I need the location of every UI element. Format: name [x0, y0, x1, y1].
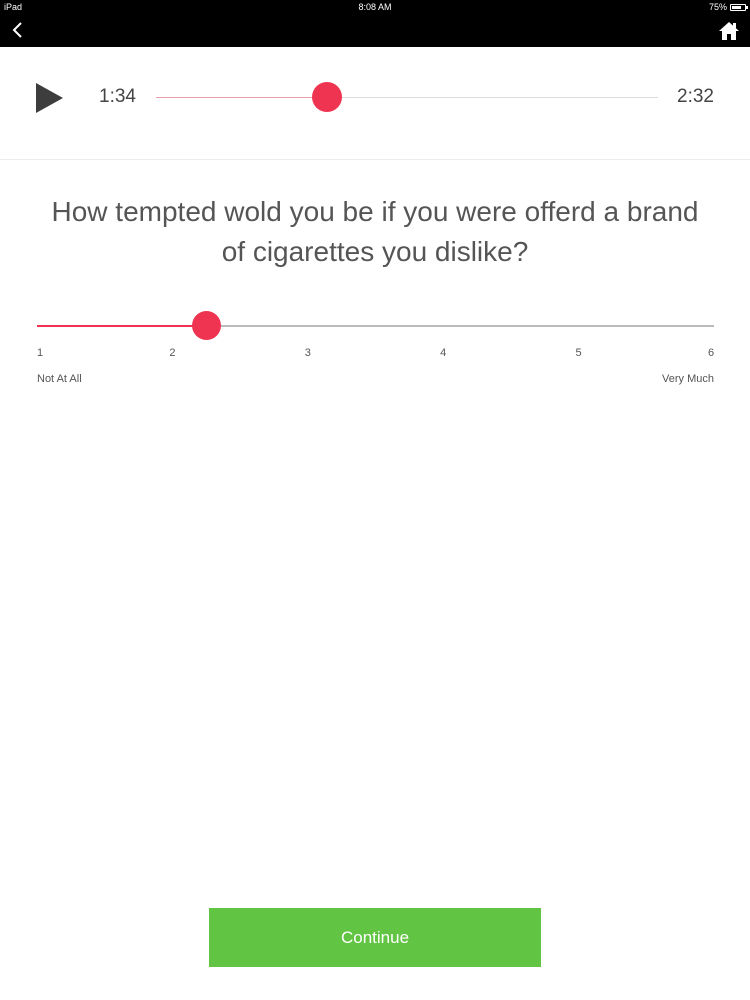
- home-icon: [719, 22, 739, 40]
- scale-tick-label: 3: [304, 347, 311, 359]
- battery-percent: 75%: [708, 2, 727, 12]
- audio-seek-bar[interactable]: [156, 82, 658, 112]
- rating-slider[interactable]: [37, 311, 714, 340]
- back-button[interactable]: [6, 18, 30, 42]
- current-time: 1:34: [99, 86, 136, 107]
- battery-indicator: 75%: [708, 2, 748, 12]
- total-time: 2:32: [677, 86, 714, 107]
- home-button[interactable]: [718, 20, 740, 42]
- scale-tick-label: 2: [169, 347, 176, 359]
- continue-button[interactable]: Continue: [209, 908, 541, 967]
- audio-player: 1:34 2:32: [0, 47, 750, 160]
- scale-tick-label: 6: [707, 347, 715, 359]
- scale-tick-label: 1: [36, 347, 44, 359]
- battery-icon: [730, 3, 748, 11]
- chevron-left-icon: [12, 22, 22, 38]
- status-bar: iPad 8:08 AM 75%: [0, 0, 750, 14]
- audio-progress: [156, 97, 327, 98]
- rating-slider-fill: [37, 325, 207, 327]
- scale-high-label: Very Much: [662, 373, 714, 385]
- status-time: 8:08 AM: [358, 2, 392, 12]
- scale-tick-label: 5: [575, 347, 582, 359]
- rating-slider-thumb[interactable]: [192, 311, 222, 340]
- question-text: How tempted wold you be if you were offe…: [51, 196, 699, 267]
- play-icon: [36, 83, 63, 113]
- nav-bar: [0, 14, 750, 47]
- audio-seek-thumb[interactable]: [311, 82, 342, 112]
- scale-low-label: Not At All: [37, 373, 82, 385]
- scale-tick-label: 4: [440, 347, 447, 359]
- play-button[interactable]: [36, 83, 64, 113]
